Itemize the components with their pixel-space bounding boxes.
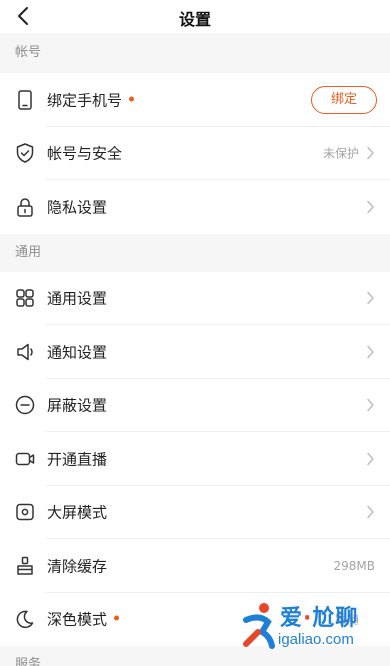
settings-row-general[interactable]: 通用设置 xyxy=(0,271,390,325)
watermark: 爱·尬聊 igaliao.com xyxy=(232,598,382,658)
notification-dot xyxy=(114,615,120,621)
settings-row-label: 屏蔽设置 xyxy=(47,396,108,415)
section-header-account: 帐号 xyxy=(0,33,390,73)
chevron-right-icon xyxy=(367,452,374,465)
chevron-right-icon xyxy=(367,292,374,305)
grid-icon xyxy=(16,289,34,307)
shield-check-icon xyxy=(16,143,34,163)
watermark-brand: 爱·尬聊 xyxy=(280,606,359,631)
lock-icon xyxy=(17,198,33,217)
settings-row-label: 通用设置 xyxy=(47,289,108,308)
screen-icon xyxy=(16,504,34,521)
chevron-right-icon xyxy=(367,147,374,160)
section-header-general: 通用 xyxy=(0,233,390,272)
security-status: 未保护 xyxy=(322,146,359,161)
moon-icon xyxy=(16,610,34,629)
chevron-right-icon xyxy=(367,399,374,412)
settings-row-big-screen[interactable]: 大屏模式 xyxy=(0,485,390,539)
runner-logo-icon xyxy=(243,603,275,649)
settings-row-clear-cache[interactable]: 清除缓存 298MB xyxy=(0,539,390,593)
header-bar: 设置 xyxy=(0,0,390,33)
settings-row-label: 大屏模式 xyxy=(47,503,108,522)
cache-size: 298MB xyxy=(333,558,376,573)
settings-row-account-security[interactable]: 帐号与安全 未保护 xyxy=(0,126,390,180)
broom-icon xyxy=(17,556,33,575)
settings-row-privacy[interactable]: 隐私设置 xyxy=(0,180,390,234)
settings-row-label: 开通直播 xyxy=(47,450,108,469)
bind-phone-button[interactable]: 绑定 xyxy=(311,85,377,114)
settings-row-label: 隐私设置 xyxy=(47,198,108,217)
page-title: 设置 xyxy=(178,10,211,29)
watermark-domain: igaliao.com xyxy=(278,631,354,648)
speaker-icon xyxy=(17,343,33,360)
phone-icon xyxy=(18,90,32,110)
settings-row-bind-phone[interactable]: 绑定手机号 绑定 xyxy=(0,73,390,127)
settings-row-label: 清除缓存 xyxy=(47,557,108,576)
settings-row-label: 通知设置 xyxy=(47,343,108,362)
chevron-right-icon xyxy=(367,506,374,519)
minus-circle-icon xyxy=(15,396,35,415)
settings-row-block[interactable]: 屏蔽设置 xyxy=(0,378,390,432)
chevron-right-icon xyxy=(367,200,374,213)
video-camera-icon xyxy=(15,452,35,465)
settings-row-label: 深色模式 xyxy=(47,609,120,630)
settings-row-live[interactable]: 开通直播 xyxy=(0,432,390,486)
notification-dot xyxy=(129,96,135,102)
chevron-right-icon xyxy=(367,345,374,358)
settings-row-label: 帐号与安全 xyxy=(47,144,123,163)
settings-row-notification[interactable]: 通知设置 xyxy=(0,325,390,379)
settings-row-label: 绑定手机号 xyxy=(47,89,135,110)
